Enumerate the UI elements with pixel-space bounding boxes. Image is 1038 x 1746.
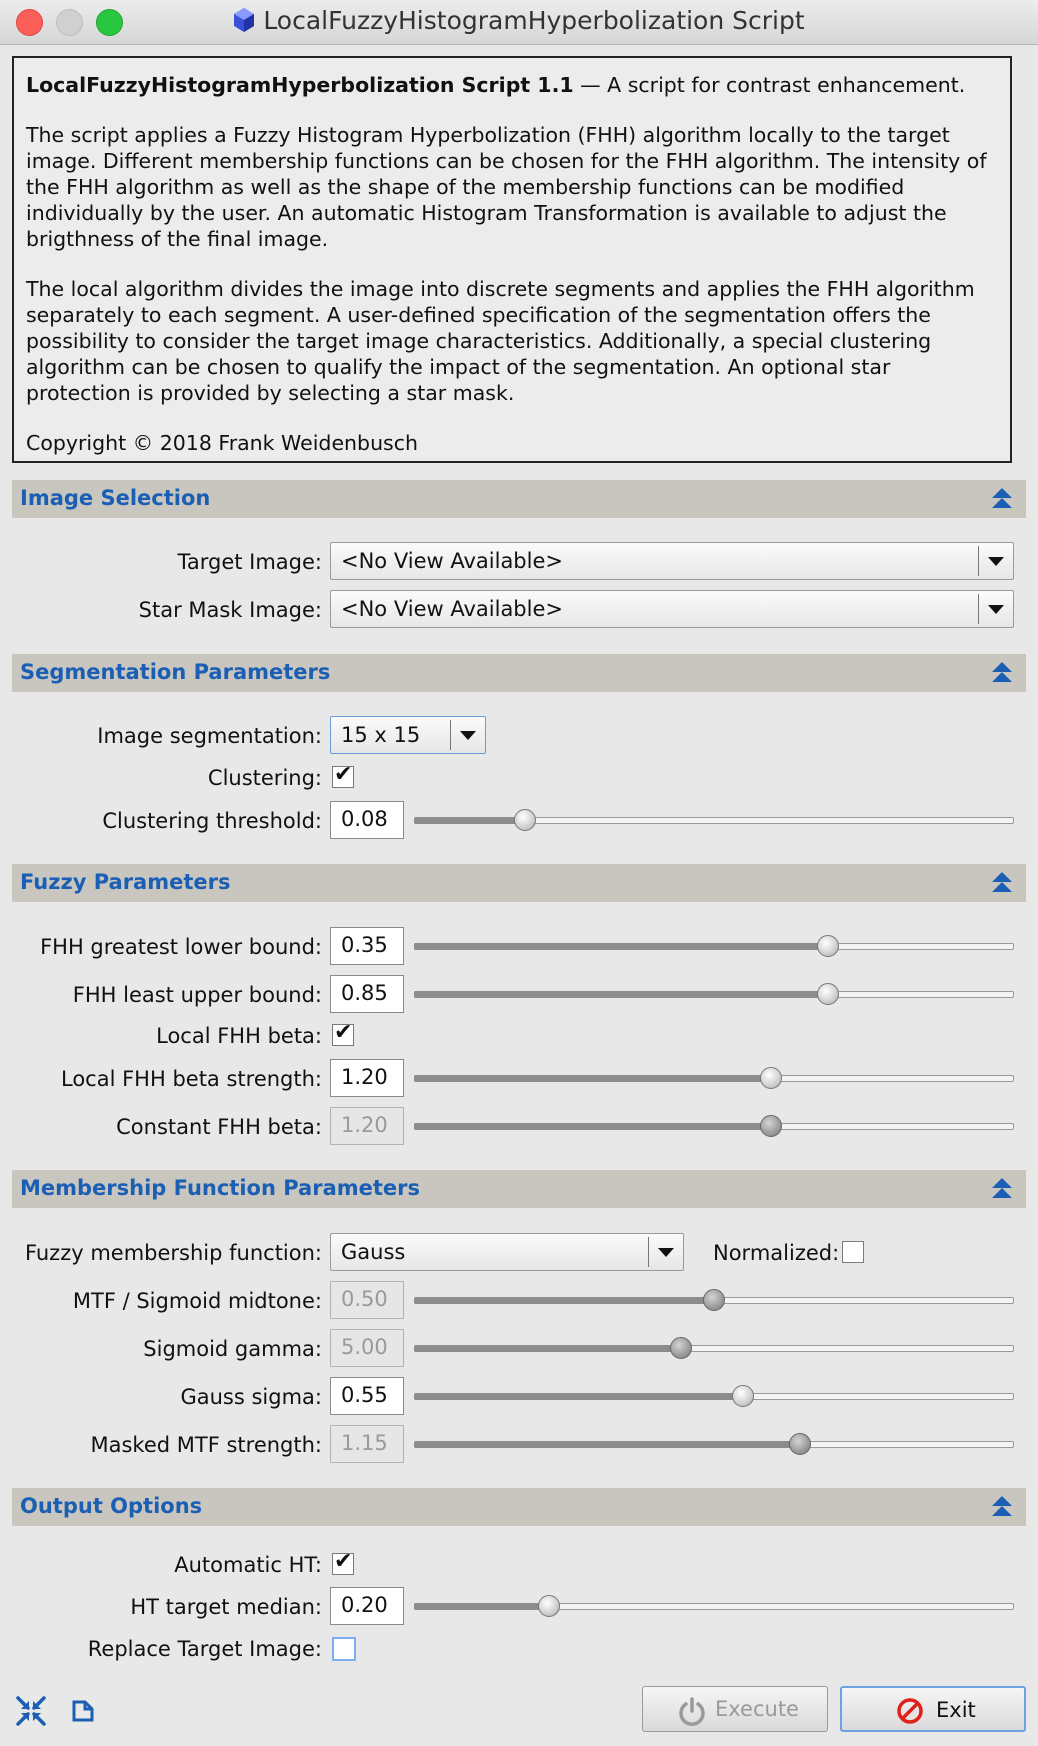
- image-segmentation-label: Image segmentation:: [97, 724, 322, 748]
- replace-target-checkbox[interactable]: [332, 1637, 356, 1661]
- stop-sign-icon: [896, 1697, 924, 1730]
- mtf-midtone-input: 0.50: [330, 1281, 404, 1319]
- copyright-text: Copyright © 2018 Frank Weidenbusch: [26, 431, 419, 455]
- target-image-label: Target Image:: [177, 550, 323, 574]
- double-chevron-up-icon[interactable]: [990, 1176, 1014, 1202]
- section-fuzzy-parameters[interactable]: Fuzzy Parameters: [12, 864, 1026, 902]
- constant-beta-input: 1.20: [330, 1107, 404, 1145]
- section-image-selection[interactable]: Image Selection: [12, 480, 1026, 518]
- exit-button[interactable]: Exit: [840, 1686, 1026, 1732]
- chevron-down-icon[interactable]: [648, 1237, 683, 1267]
- execute-button: Execute: [642, 1686, 828, 1732]
- automatic-ht-checkbox[interactable]: [332, 1549, 354, 1575]
- section-title: Segmentation Parameters: [20, 660, 331, 684]
- target-image-combo[interactable]: <No View Available>: [330, 542, 1014, 580]
- chevron-down-icon[interactable]: [978, 594, 1013, 624]
- section-segmentation[interactable]: Segmentation Parameters: [12, 654, 1026, 692]
- mtf-midtone-label: MTF / Sigmoid midtone:: [72, 1289, 322, 1313]
- membership-function-value: Gauss: [341, 1240, 406, 1264]
- section-output-options[interactable]: Output Options: [12, 1488, 1026, 1526]
- beta-strength-label: Local FHH beta strength:: [61, 1067, 322, 1091]
- new-instance-icon[interactable]: [70, 1698, 96, 1729]
- double-chevron-up-icon[interactable]: [990, 486, 1014, 512]
- fhh-glb-input[interactable]: 0.35: [330, 927, 404, 965]
- ht-median-slider[interactable]: [414, 1595, 1014, 1619]
- window-title: LocalFuzzyHistogramHyperbolization Scrip…: [263, 6, 805, 35]
- gauss-sigma-input[interactable]: 0.55: [330, 1377, 404, 1415]
- chevron-down-icon[interactable]: [978, 546, 1013, 576]
- section-title: Membership Function Parameters: [20, 1176, 421, 1200]
- description-paragraph-2: The local algorithm divides the image in…: [26, 277, 975, 405]
- image-segmentation-combo[interactable]: 15 x 15: [330, 716, 486, 754]
- ht-median-label: HT target median:: [130, 1595, 322, 1619]
- star-mask-combo[interactable]: <No View Available>: [330, 590, 1014, 628]
- clustering-threshold-label: Clustering threshold:: [102, 809, 322, 833]
- fhh-lub-slider[interactable]: [414, 983, 1014, 1007]
- double-chevron-up-icon[interactable]: [990, 870, 1014, 896]
- membership-function-label: Fuzzy membership function:: [24, 1241, 322, 1265]
- gauss-sigma-label: Gauss sigma:: [180, 1385, 322, 1409]
- fhh-lub-input[interactable]: 0.85: [330, 975, 404, 1013]
- script-heading-suffix: — A script for contrast enhancement.: [573, 73, 966, 97]
- mtf-midtone-slider: [414, 1289, 1014, 1313]
- local-fhh-beta-label: Local FHH beta:: [156, 1024, 322, 1048]
- image-segmentation-value: 15 x 15: [341, 723, 421, 747]
- masked-mtf-input: 1.15: [330, 1425, 404, 1463]
- ht-median-input[interactable]: 0.20: [330, 1587, 404, 1625]
- chevron-down-icon[interactable]: [450, 720, 485, 750]
- constant-beta-label: Constant FHH beta:: [116, 1115, 322, 1139]
- constant-beta-slider: [414, 1115, 1014, 1139]
- clustering-checkbox[interactable]: [332, 762, 354, 788]
- power-icon: [677, 1696, 707, 1731]
- section-title: Fuzzy Parameters: [20, 870, 231, 894]
- normalized-checkbox[interactable]: [842, 1241, 864, 1263]
- double-chevron-up-icon[interactable]: [990, 1494, 1014, 1520]
- sigmoid-gamma-label: Sigmoid gamma:: [143, 1337, 322, 1361]
- window-titlebar: LocalFuzzyHistogramHyperbolization Scrip…: [0, 0, 1038, 45]
- star-mask-label: Star Mask Image:: [138, 598, 322, 622]
- fhh-glb-slider[interactable]: [414, 935, 1014, 959]
- double-chevron-up-icon[interactable]: [990, 660, 1014, 686]
- clustering-label: Clustering:: [207, 766, 322, 790]
- section-membership-function[interactable]: Membership Function Parameters: [12, 1170, 1026, 1208]
- normalized-label: Normalized:: [713, 1241, 840, 1265]
- automatic-ht-label: Automatic HT:: [174, 1553, 322, 1577]
- masked-mtf-label: Masked MTF strength:: [90, 1433, 323, 1457]
- membership-function-combo[interactable]: Gauss: [330, 1233, 684, 1271]
- execute-label: Execute: [715, 1697, 799, 1721]
- clustering-threshold-input[interactable]: 0.08: [330, 801, 404, 839]
- gauss-sigma-slider[interactable]: [414, 1385, 1014, 1409]
- sigmoid-gamma-slider: [414, 1337, 1014, 1361]
- local-fhh-beta-checkbox[interactable]: [332, 1020, 354, 1046]
- description-paragraph-1: The script applies a Fuzzy Histogram Hyp…: [26, 123, 987, 251]
- fhh-lub-label: FHH least upper bound:: [72, 983, 322, 1007]
- section-title: Image Selection: [20, 486, 211, 510]
- section-title: Output Options: [20, 1494, 203, 1518]
- reset-arrows-icon[interactable]: [14, 1694, 48, 1733]
- masked-mtf-slider: [414, 1433, 1014, 1457]
- beta-strength-input[interactable]: 1.20: [330, 1059, 404, 1097]
- exit-label: Exit: [936, 1698, 976, 1722]
- star-mask-value: <No View Available>: [341, 597, 563, 621]
- script-description: LocalFuzzyHistogramHyperbolization Scrip…: [12, 56, 1012, 463]
- beta-strength-slider[interactable]: [414, 1067, 1014, 1091]
- replace-target-label: Replace Target Image:: [87, 1637, 322, 1661]
- script-heading: LocalFuzzyHistogramHyperbolization Scrip…: [26, 73, 574, 97]
- target-image-value: <No View Available>: [341, 549, 563, 573]
- sigmoid-gamma-input: 5.00: [330, 1329, 404, 1367]
- fhh-glb-label: FHH greatest lower bound:: [40, 935, 322, 959]
- clustering-threshold-slider[interactable]: [414, 809, 1014, 833]
- pixinsight-cube-icon: [233, 7, 255, 39]
